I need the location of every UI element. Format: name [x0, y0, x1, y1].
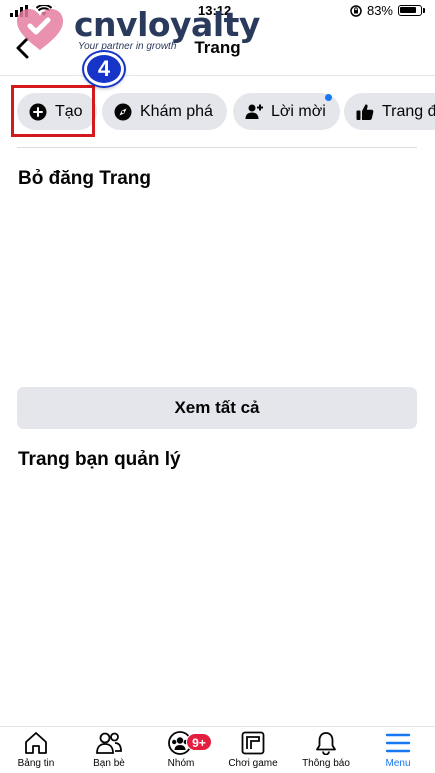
section-divider: [17, 147, 417, 148]
bell-icon: [316, 732, 336, 755]
liked-pages-chip[interactable]: Trang đ: [344, 93, 435, 130]
status-time: 13:12: [198, 3, 232, 18]
groups-badge: 9+: [186, 733, 212, 751]
tab-notifications[interactable]: Thông báo: [291, 731, 361, 769]
tab-friends[interactable]: Bạn bè: [74, 731, 144, 769]
gaming-icon: [241, 731, 265, 755]
explore-chip-label: Khám phá: [140, 102, 213, 120]
create-chip[interactable]: Tạo: [17, 93, 97, 130]
page-header: Trang: [0, 22, 435, 76]
tab-friends-label: Bạn bè: [93, 758, 125, 769]
status-bar: 13:12 83%: [0, 0, 435, 22]
tab-gaming[interactable]: Chơi game: [218, 731, 288, 769]
add-person-icon: [245, 104, 263, 119]
liked-pages-chip-label: Trang đ: [382, 102, 435, 120]
tab-notifications-label: Thông báo: [302, 758, 350, 769]
home-icon: [25, 732, 47, 754]
battery-tip: [423, 8, 425, 13]
thumbs-up-icon: [356, 103, 374, 120]
friends-icon: [96, 732, 122, 754]
tab-groups[interactable]: 9+ Nhóm: [146, 731, 216, 769]
wifi-icon: [36, 5, 52, 16]
orientation-lock-icon: [350, 4, 362, 17]
explore-chip[interactable]: Khám phá: [102, 93, 227, 130]
tab-home-label: Bảng tin: [17, 758, 55, 769]
page-title: Trang: [194, 38, 241, 57]
tab-menu[interactable]: Menu: [363, 731, 433, 769]
managed-pages-title: Trang bạn quản lý: [18, 449, 181, 470]
tab-gaming-label: Chơi game: [228, 758, 278, 769]
plus-circle-icon: [29, 103, 47, 120]
tab-menu-label: Menu: [385, 758, 411, 769]
status-right: 83%: [350, 3, 425, 18]
cellular-signal-icon: [10, 5, 28, 17]
see-all-button[interactable]: Xem tất cả: [17, 387, 417, 429]
invites-chip[interactable]: Lời mời: [233, 93, 340, 130]
page-actions-chips: Tạo Khám phá Lời mời Trang đ: [0, 92, 435, 132]
battery-icon: [398, 5, 422, 16]
signal-indicators: [10, 5, 52, 17]
invites-notification-dot: [325, 94, 332, 101]
unpublished-pages-title: Bỏ đăng Trang: [18, 168, 151, 189]
tab-home[interactable]: Bảng tin: [1, 731, 71, 769]
battery-percent: 83%: [366, 3, 393, 18]
create-chip-label: Tạo: [55, 102, 83, 120]
bottom-tab-bar: Bảng tin Bạn bè 9+ Nhóm Chơi game Thông …: [0, 726, 435, 773]
tab-groups-label: Nhóm: [167, 758, 195, 769]
step-number-badge: 4: [84, 52, 124, 86]
menu-icon: [385, 733, 411, 753]
compass-icon: [114, 103, 132, 120]
invites-chip-label: Lời mời: [271, 102, 326, 120]
